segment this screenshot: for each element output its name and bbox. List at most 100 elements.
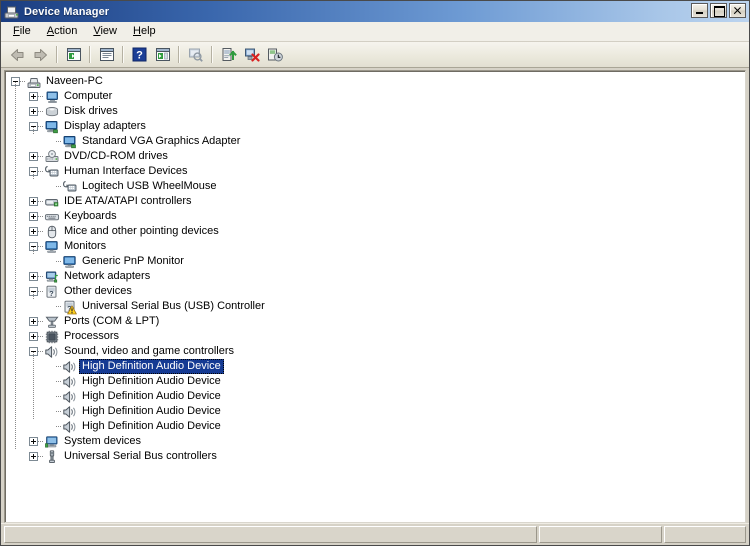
expand-icon[interactable] [29,212,38,221]
toolbar-separator [89,46,91,63]
tree-item[interactable]: Sound, video and game controllers [5,344,745,359]
tree-item-label: Sound, video and game controllers [64,345,234,357]
expand-icon[interactable] [29,272,38,281]
tree-item[interactable]: Naveen-PC [5,74,745,89]
tree-item[interactable]: DVD/CD-ROM drives [5,149,745,164]
properties-icon[interactable] [95,44,118,66]
tree-item[interactable]: Standard VGA Graphics Adapter [5,134,745,149]
forward-icon[interactable] [29,44,52,66]
expand-icon[interactable] [29,152,38,161]
tree-item-label: High Definition Audio Device [82,390,221,402]
toolbar-separator [56,46,58,63]
tree-item[interactable]: IDE ATA/ATAPI controllers [5,194,745,209]
tree-item-label: Computer [64,90,113,102]
close-button[interactable] [729,3,746,18]
scan-for-hardware-changes-icon[interactable] [184,44,207,66]
expand-icon[interactable] [29,452,38,461]
tree-item-label: Display adapters [64,120,146,132]
menu-file[interactable]: File [5,23,39,40]
tree-item-label: Logitech USB WheelMouse [82,180,217,192]
tree-item[interactable]: Universal Serial Bus controllers [5,449,745,464]
mouse-icon [44,224,60,240]
menu-view[interactable]: View [85,23,125,40]
device-tree[interactable]: Naveen-PC Computer Disk drives Display adap… [4,70,746,523]
other-device-icon: ? [62,299,78,315]
sound-icon [62,419,78,435]
menu-help[interactable]: Help [125,23,164,40]
expand-icon[interactable] [29,437,38,446]
tree-item-label: Other devices [64,285,132,297]
tree-item[interactable]: Computer [5,89,745,104]
uninstall-device-icon[interactable] [263,44,286,66]
help-icon[interactable]: ? [128,44,151,66]
sound-icon [62,374,78,390]
tree-item-label: Network adapters [64,270,151,282]
tree-item[interactable]: Keyboards [5,209,745,224]
tree-item[interactable]: Processors [5,329,745,344]
tree-item[interactable]: High Definition Audio Device [5,374,745,389]
menu-action[interactable]: Action [39,23,86,40]
update-driver-software-icon[interactable] [217,44,240,66]
back-icon[interactable] [6,44,29,66]
tree-item[interactable]: High Definition Audio Device [5,389,745,404]
sound-icon [62,359,78,375]
sound-icon [44,344,60,360]
expand-icon[interactable] [29,92,38,101]
tree-item-label: High Definition Audio Device [82,375,221,387]
expand-icon[interactable] [29,197,38,206]
other-device-icon: ? [44,284,60,300]
tree-guide-line [33,127,34,135]
tree-item[interactable]: High Definition Audio Device [5,404,745,419]
display-adapter-icon [62,134,78,150]
tree-item[interactable]: Ports (COM & LPT) [5,314,745,329]
tree-item[interactable]: Human Interface Devices [5,164,745,179]
expand-icon[interactable] [29,332,38,341]
tree-item[interactable]: Network adapters [5,269,745,284]
computer-icon [44,89,60,105]
tree-item[interactable]: ? Other devices [5,284,745,299]
monitor-icon [44,239,60,255]
window-title: Device Manager [24,5,110,18]
tree-item[interactable]: Mice and other pointing devices [5,224,745,239]
minimize-button[interactable] [691,3,708,18]
tree-item[interactable]: System devices [5,434,745,449]
tree-item[interactable]: Generic PnP Monitor [5,254,745,269]
expand-icon[interactable] [29,107,38,116]
monitor-icon [62,254,78,270]
network-adapter-icon [44,269,60,285]
expand-icon[interactable] [29,227,38,236]
tree-item[interactable]: Logitech USB WheelMouse [5,179,745,194]
expand-icon[interactable] [29,317,38,326]
content-area: Naveen-PC Computer Disk drives Display adap… [1,68,749,523]
disable-device-icon[interactable] [240,44,263,66]
title-bar[interactable]: Device Manager [1,1,749,22]
tree-item[interactable]: Disk drives [5,104,745,119]
tree-item[interactable]: High Definition Audio Device [5,359,745,374]
tree-item-label: Monitors [64,240,107,252]
svg-text:?: ? [49,289,54,298]
tree-item[interactable]: Display adapters [5,119,745,134]
tree-item-label: Ports (COM & LPT) [64,315,160,327]
tree-leaf-spacer [47,182,56,191]
show-hide-action-pane-icon[interactable] [151,44,174,66]
maximize-button[interactable] [710,3,727,18]
toolbar-separator [211,46,213,63]
computer-root-icon [26,74,42,90]
tree-item[interactable]: ? Universal Serial Bus (USB) Controller [5,299,745,314]
keyboard-icon [44,209,60,225]
show-hide-console-tree-icon[interactable] [62,44,85,66]
status-pane-tertiary [664,525,746,543]
tree-item-label: IDE ATA/ATAPI controllers [64,195,192,207]
tree-item[interactable]: High Definition Audio Device [5,419,745,434]
tree-item[interactable]: Monitors [5,239,745,254]
